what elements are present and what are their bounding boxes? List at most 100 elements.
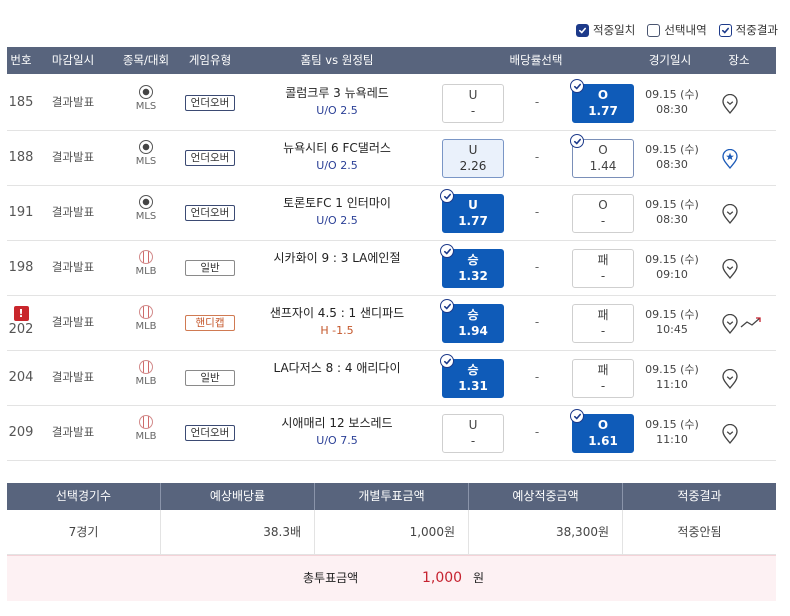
map-pin-icon[interactable] — [721, 258, 739, 280]
match-date: 09.15 (수) — [645, 363, 699, 376]
alert-icon: ! — [13, 306, 29, 321]
match-date: 09.15 (수) — [645, 143, 699, 156]
odds-value: 1.94 — [458, 324, 488, 338]
legend-checkbox-icon[interactable] — [647, 23, 661, 37]
odds-option-right[interactable]: O 1.61 — [570, 409, 634, 453]
legend-checkbox-icon[interactable] — [576, 23, 590, 37]
odds-option-left[interactable]: U- — [442, 414, 504, 453]
match-info: 샌프자이 4.5 : 1 샌디파드 H -1.5 — [247, 304, 427, 337]
odds-option-left[interactable]: 승 1.94 — [440, 299, 504, 343]
legend-item-0[interactable]: 적중일치 — [576, 22, 635, 38]
check-icon — [440, 244, 454, 258]
table-row: 191 결과발표 MLS 언더오버 토론토FC 1 인터마이 U/O 2.5 U 1.77 O -… — [7, 185, 776, 241]
match-info: 토론토FC 1 인터마이 U/O 2.5 — [247, 194, 427, 227]
check-icon — [570, 79, 584, 93]
check-icon — [440, 354, 454, 368]
league-label: MLS — [135, 101, 157, 112]
deadline-status: 결과발표 — [51, 205, 95, 219]
summary-row: 7경기 38.3배 1,000원 38,300원 적중안됨 — [7, 510, 776, 555]
table-row: 204 결과발표 MLB 일반 LA다저스 8 : 4 애리다이 승 1.31 패 - -09.1… — [7, 350, 776, 406]
draw-odds: - — [534, 370, 540, 384]
sport-league: MLB — [126, 415, 166, 442]
game-type-badge: 일반 — [185, 260, 235, 276]
map-pin-icon[interactable] — [721, 313, 739, 335]
table-row: 185 결과발표 MLS 언더오버 콜럼크루 3 뉴욕레드 U/O 2.5 U - O 1.77-… — [7, 75, 776, 131]
league-label: MLB — [135, 266, 157, 277]
col-num: 번호 — [10, 53, 32, 67]
odds-value: 1.44 — [589, 159, 617, 173]
summary-odds: 38.3배 — [263, 525, 301, 539]
match-teams: 콜럼크루 3 뉴욕레드 — [285, 86, 389, 100]
odds-label: 패 — [597, 363, 609, 377]
draw-odds: - — [534, 205, 540, 219]
game-type-badge: 일반 — [185, 370, 235, 386]
odds-label: U — [468, 88, 478, 102]
match-date: 09.15 (수) — [645, 253, 699, 266]
match-datetime: 09.15 (수) 08:30 — [637, 197, 707, 227]
legend-label: 적중결과 — [735, 23, 778, 37]
legend-label: 적중일치 — [593, 23, 636, 37]
row-number: 188 — [7, 130, 35, 185]
match-time: 10:45 — [656, 323, 688, 336]
deadline-status: 결과발표 — [51, 95, 95, 109]
match-date: 09.15 (수) — [645, 88, 699, 101]
match-line: U/O 7.5 — [316, 434, 358, 447]
match-datetime: 09.15 (수) 11:10 — [637, 362, 707, 392]
odds-option-right[interactable]: O 1.77 — [570, 79, 634, 123]
match-teams: 샌프자이 4.5 : 1 샌디파드 — [269, 306, 405, 320]
odds-option-right[interactable]: O 1.44 — [570, 134, 634, 178]
odds-value: - — [600, 379, 606, 393]
map-pin-icon[interactable] — [721, 93, 739, 115]
col-odds: 배당률선택 — [509, 53, 563, 67]
game-type-badge: 언더오버 — [185, 425, 235, 441]
odds-value: 1.31 — [458, 379, 488, 393]
legend-item-2[interactable]: 적중결과 — [718, 22, 778, 38]
match-datetime: 09.15 (수) 09:10 — [637, 252, 707, 282]
odds-option-right[interactable]: 패- — [572, 249, 634, 288]
odds-option-left[interactable]: U 1.77 — [440, 189, 504, 233]
draw-odds: - — [534, 150, 540, 164]
match-info: 콜럼크루 3 뉴욕레드 U/O 2.5 — [247, 84, 427, 117]
odds-label: U — [468, 418, 478, 432]
map-pin-icon[interactable] — [721, 203, 739, 225]
game-type-badge: 핸디캡 — [185, 315, 235, 331]
summary-header-odds: 예상배당률 — [209, 489, 266, 503]
odds-option-right[interactable]: 패- — [572, 359, 634, 398]
odds-label: O — [598, 198, 608, 212]
odds-option-right[interactable]: O- — [572, 194, 634, 233]
odds-value: 1.77 — [458, 214, 488, 228]
odds-value: - — [470, 434, 476, 448]
game-type-badge: 언더오버 — [185, 95, 235, 111]
odds-option-left[interactable]: 승 1.31 — [440, 354, 504, 398]
match-line: H -1.5 — [320, 324, 354, 337]
match-time: 11:10 — [656, 378, 688, 391]
soccer-ball-icon — [139, 140, 153, 154]
table-row: ! 202 결과발표 MLB 핸디캡 샌프자이 4.5 : 1 샌디파드 H -1.5 승 1.… — [7, 295, 776, 351]
map-pin-icon[interactable] — [721, 423, 739, 445]
col-place: 장소 — [728, 53, 750, 67]
match-info: 시카화이 9 : 3 LA에인절 — [247, 249, 427, 266]
odds-option-left[interactable]: 승 1.32 — [440, 244, 504, 288]
row-number-value: 191 — [8, 205, 34, 220]
odds-value: - — [600, 214, 606, 228]
sport-league: MLS — [126, 195, 166, 222]
match-date: 09.15 (수) — [645, 418, 699, 431]
odds-value: 2.26 — [459, 159, 487, 173]
legend-item-1[interactable]: 선택내역 — [647, 22, 707, 38]
deadline-status: 결과발표 — [51, 260, 95, 274]
star-pin-icon[interactable] — [721, 148, 739, 170]
odds-option-left[interactable]: U- — [442, 84, 504, 123]
odds-value: 1.77 — [588, 104, 618, 118]
map-pin-icon[interactable] — [721, 368, 739, 390]
odds-option-right[interactable]: 패- — [572, 304, 634, 343]
summary-stake: 1,000원 — [409, 525, 455, 539]
odds-value: 1.61 — [588, 434, 618, 448]
row-number: 185 — [7, 75, 35, 130]
legend-checkbox-icon[interactable] — [718, 23, 732, 37]
trend-chart-icon[interactable] — [740, 316, 762, 330]
odds-option-left[interactable]: U 2.26 — [442, 139, 504, 178]
total-bar: 총투표금액 1,000 원 — [7, 555, 776, 601]
league-label: MLB — [135, 376, 157, 387]
sport-league: MLS — [126, 140, 166, 167]
match-datetime: 09.15 (수) 11:10 — [637, 417, 707, 447]
